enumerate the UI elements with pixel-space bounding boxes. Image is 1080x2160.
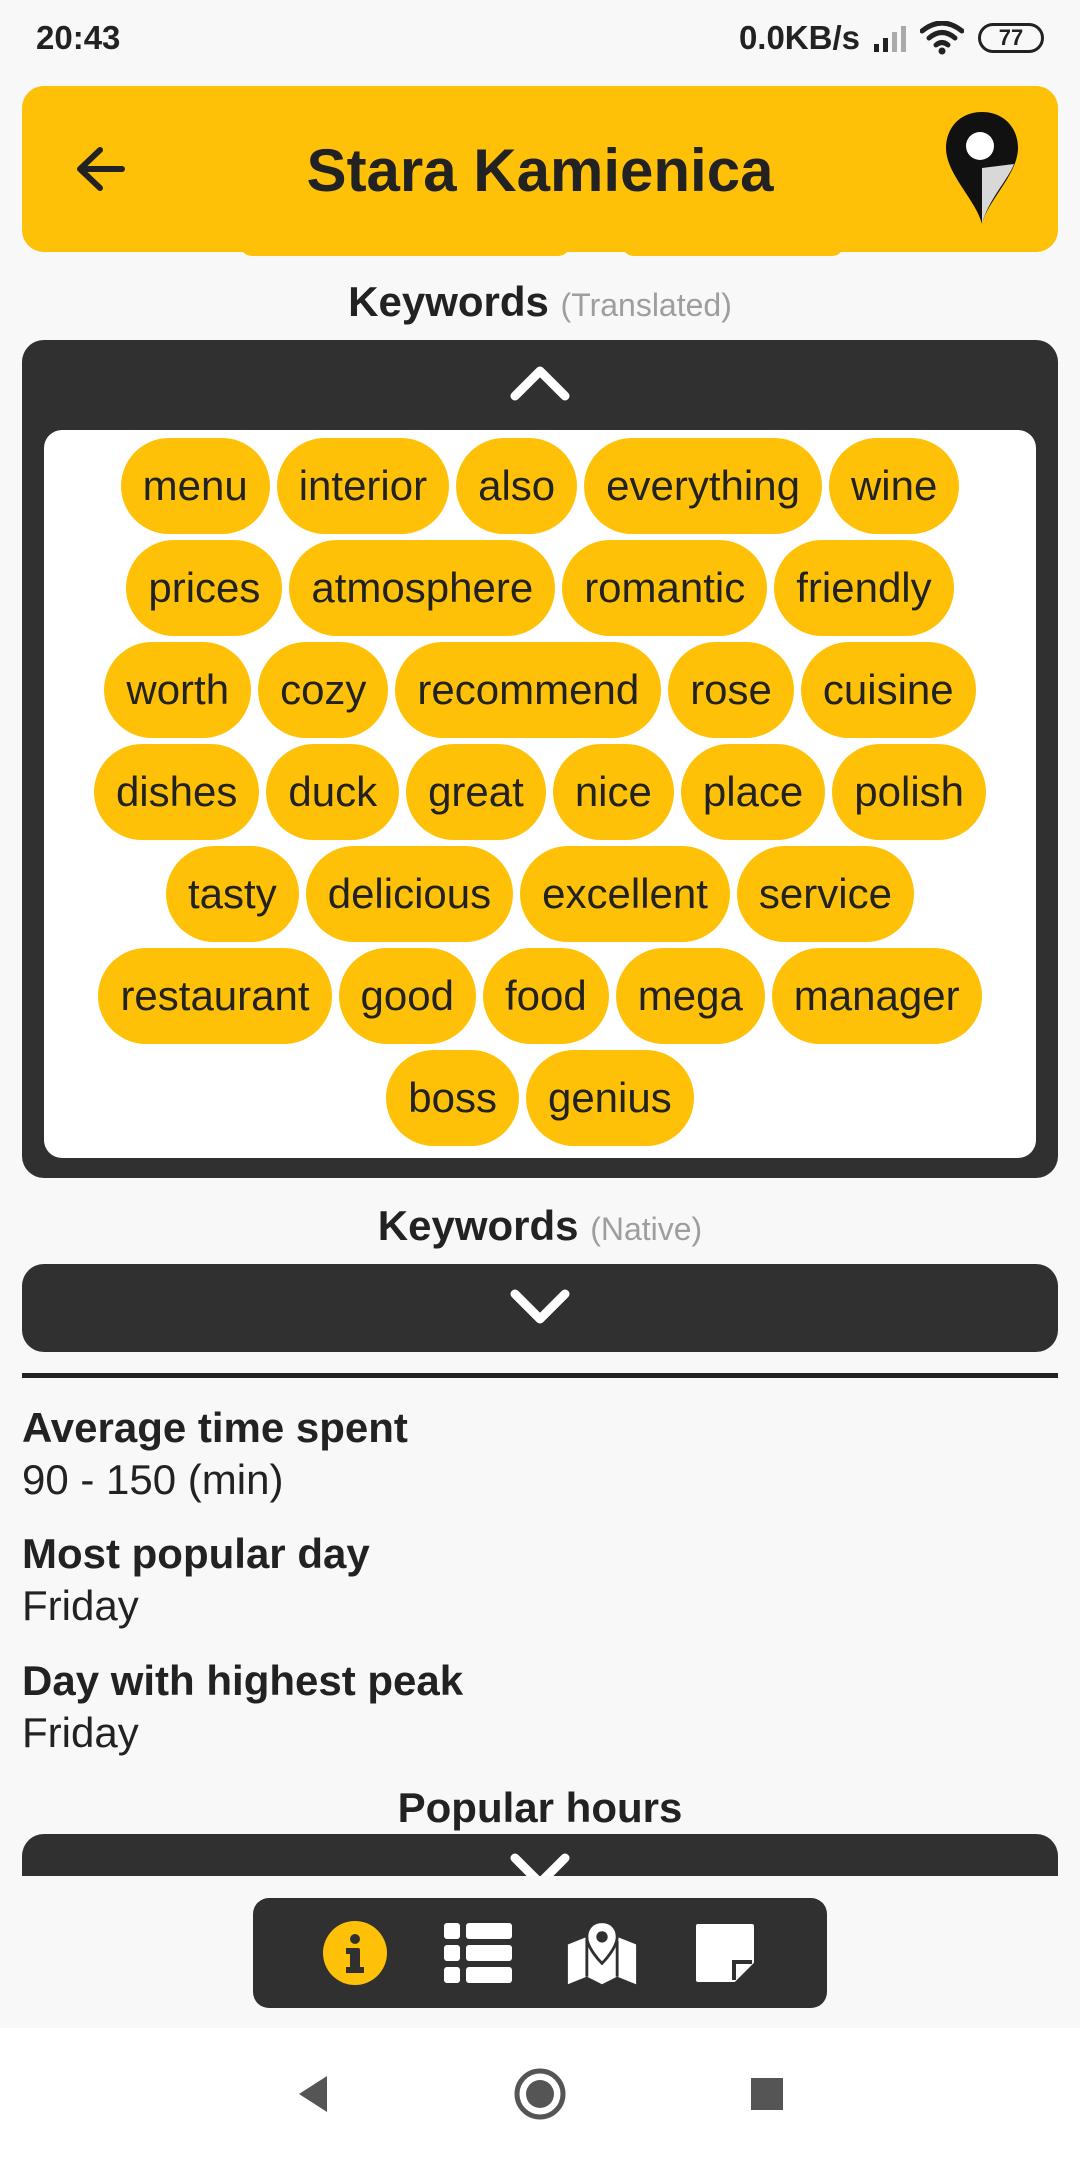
battery-icon: 77 <box>978 23 1044 53</box>
wifi-icon <box>920 21 964 55</box>
keyword-chip[interactable]: romantic <box>562 540 768 636</box>
keyword-chip[interactable]: cozy <box>258 642 389 738</box>
avg-time-label: Average time spent <box>22 1404 408 1451</box>
status-bar: 20:43 0.0KB/s 77 <box>0 0 1080 76</box>
chevron-up-icon[interactable] <box>509 362 571 402</box>
recents-square-icon[interactable] <box>747 2074 787 2114</box>
keyword-row: dishes duck great nice place polish <box>66 744 1014 840</box>
popular-hours-title: Popular hours <box>397 1784 683 1831</box>
keyword-row: boss genius <box>66 1050 1014 1146</box>
keyword-row: prices atmosphere romantic friendly <box>66 540 1014 636</box>
map-icon[interactable] <box>566 1918 638 1988</box>
info-icon[interactable] <box>322 1920 388 1986</box>
keyword-chip[interactable]: menu <box>120 438 270 534</box>
keyword-chip[interactable]: service <box>736 846 914 942</box>
chevron-down-icon[interactable] <box>509 1852 571 1876</box>
keyword-cloud: menu interior also everything wine prices atmo… <box>44 430 1036 1158</box>
keyword-chip[interactable]: dishes <box>93 744 260 840</box>
bottom-navigation <box>253 1898 827 2008</box>
status-time: 20:43 <box>36 19 121 56</box>
keyword-chip[interactable]: mega <box>615 948 765 1044</box>
status-icons: 0.0KB/s 77 <box>739 19 1044 57</box>
keyword-chip[interactable]: food <box>482 948 609 1044</box>
keyword-chip[interactable]: genius <box>525 1050 694 1146</box>
keyword-chip[interactable]: great <box>406 744 546 840</box>
keyword-chip[interactable]: atmosphere <box>289 540 556 636</box>
nav-map[interactable] <box>566 1917 638 1989</box>
keyword-chip[interactable]: restaurant <box>98 948 332 1044</box>
keyword-chip[interactable]: delicious <box>305 846 514 942</box>
keyword-chip[interactable]: rose <box>668 642 794 738</box>
keyword-chip[interactable]: everything <box>584 438 822 534</box>
network-speed: 0.0KB/s <box>738 19 860 56</box>
keywords-native-title: Keywords (Native) <box>377 1202 703 1249</box>
keyword-chip[interactable]: friendly <box>774 540 954 636</box>
signal-icon <box>874 24 906 52</box>
nav-list[interactable] <box>442 1917 514 1989</box>
keyword-row: tasty delicious excellent service <box>66 846 1014 942</box>
system-navigation <box>0 2028 1080 2160</box>
back-triangle-icon[interactable] <box>293 2072 333 2116</box>
popular-hours-panel[interactable] <box>22 1834 1058 1876</box>
keyword-chip[interactable]: nice <box>552 744 674 840</box>
popular-day-value: Friday <box>22 1582 139 1629</box>
keyword-chip[interactable]: recommend <box>395 642 662 738</box>
nav-notes[interactable] <box>689 1917 761 1989</box>
avg-time-value: 90 - 150 (min) <box>22 1456 284 1503</box>
keywords-translated-title: Keywords (Translated) <box>348 278 732 325</box>
app-header: Stara Kamienica <box>22 86 1058 252</box>
keyword-chip[interactable]: duck <box>266 744 400 840</box>
keyword-row: menu interior also everything wine <box>66 438 1014 534</box>
keyword-row: restaurant good food mega manager <box>66 948 1014 1044</box>
keyword-chip[interactable]: excellent <box>520 846 730 942</box>
keyword-chip[interactable]: good <box>338 948 476 1044</box>
location-pin-icon[interactable] <box>942 108 1022 228</box>
chevron-down-icon[interactable] <box>509 1288 571 1328</box>
home-circle-icon[interactable] <box>513 2067 567 2121</box>
popular-day-label: Most popular day <box>22 1530 370 1577</box>
keyword-chip[interactable]: worth <box>104 642 252 738</box>
keyword-chip[interactable]: wine <box>828 438 960 534</box>
peak-day-label: Day with highest peak <box>22 1657 464 1704</box>
nav-info[interactable] <box>319 1917 391 1989</box>
page-title: Stara Kamienica <box>306 137 774 204</box>
keyword-chip[interactable]: prices <box>126 540 283 636</box>
note-icon[interactable] <box>694 1922 756 1984</box>
keywords-translated-panel: menu interior also everything wine prices atmo… <box>22 340 1058 1178</box>
keyword-chip[interactable]: polish <box>832 744 987 840</box>
keyword-chip[interactable]: interior <box>276 438 450 534</box>
list-icon[interactable] <box>444 1923 513 1983</box>
hidden-tab <box>622 244 844 256</box>
keyword-chip[interactable]: cuisine <box>800 642 976 738</box>
keyword-chip[interactable]: tasty <box>166 846 299 942</box>
keyword-chip[interactable]: manager <box>771 948 982 1044</box>
keyword-chip[interactable]: place <box>680 744 826 840</box>
hidden-tab <box>240 244 570 256</box>
peak-day-value: Friday <box>22 1709 139 1756</box>
keyword-chip[interactable]: also <box>456 438 578 534</box>
keyword-row: worth cozy recommend rose cuisine <box>66 642 1014 738</box>
keywords-native-panel[interactable] <box>22 1264 1058 1352</box>
keyword-chip[interactable]: boss <box>386 1050 519 1146</box>
divider <box>22 1373 1058 1378</box>
